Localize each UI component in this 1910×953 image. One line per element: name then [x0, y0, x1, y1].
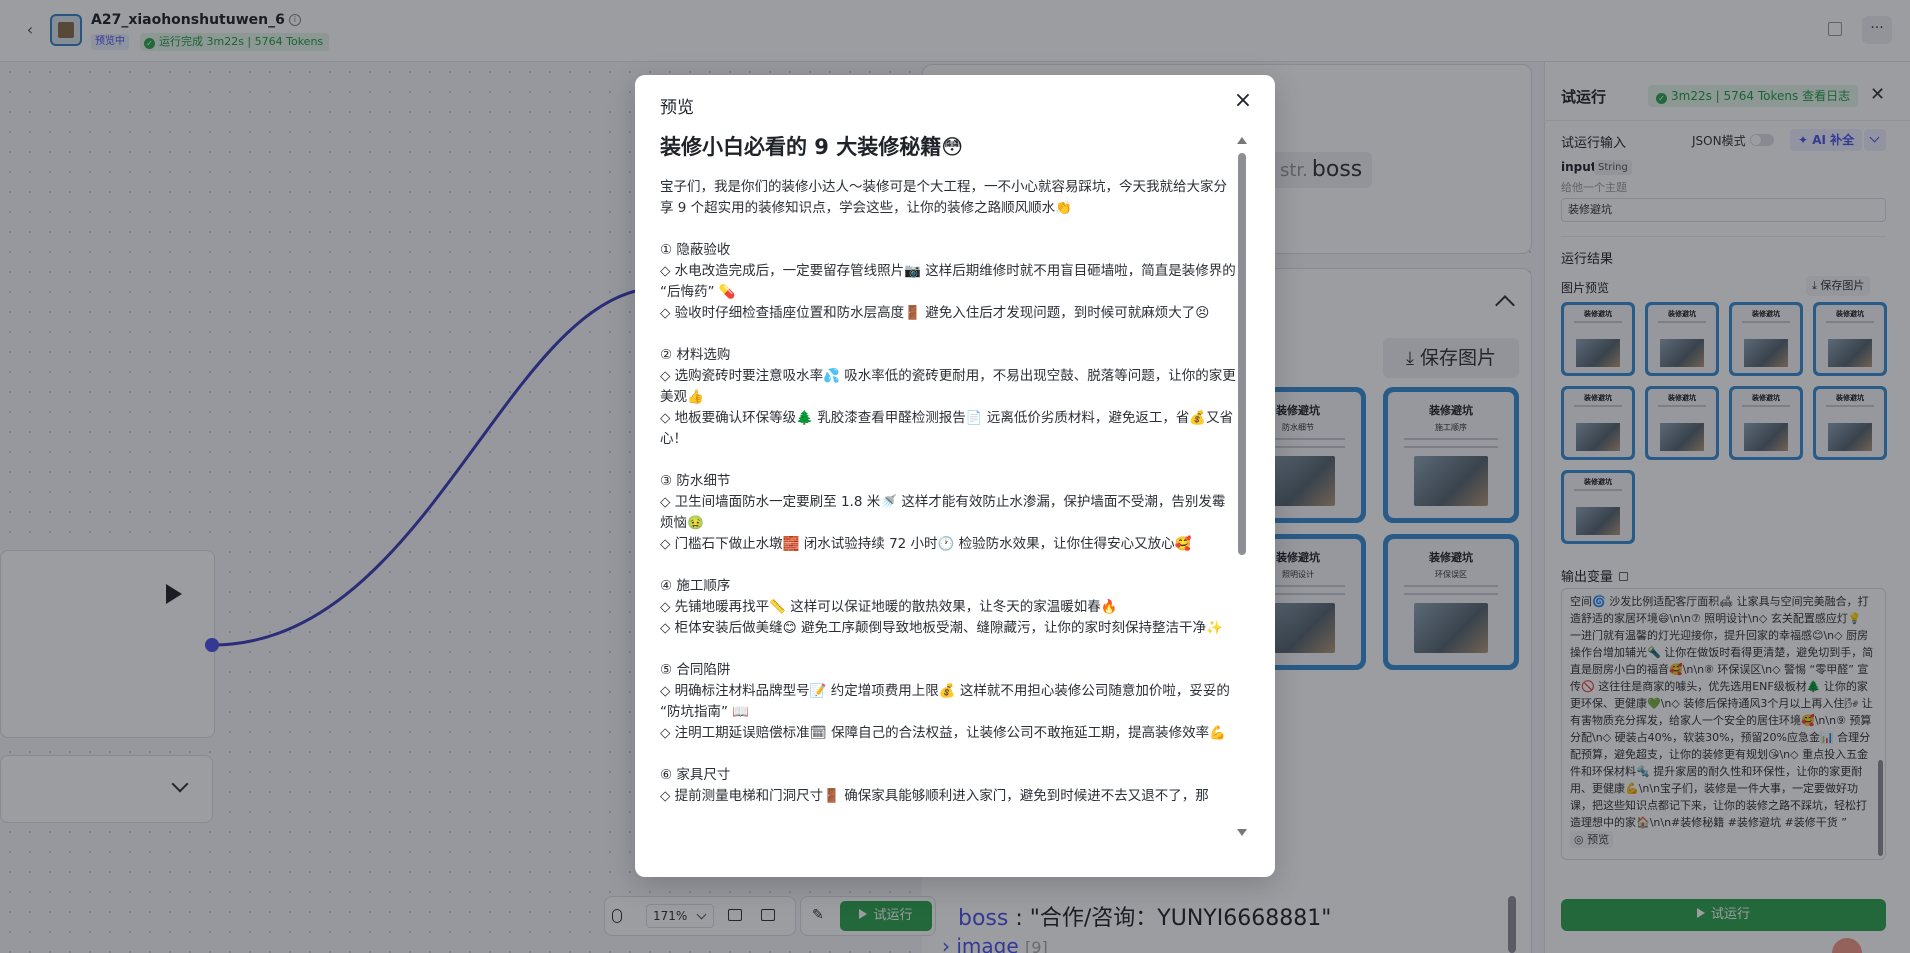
article-paragraph: ② 材料选购 [660, 347, 731, 363]
article-paragraph: ◇ 地板要确认环保等级🌲 乳胶漆查看甲醛检测报告📄 远离低价劣质材料，避免返工，… [660, 410, 1234, 447]
preview-modal: 预览 × 装修小白必看的 9 大装修秘籍😳 宝子们，我是你们的装修小达人～装修可… [635, 75, 1275, 877]
article-paragraph: ③ 防水细节 [660, 473, 731, 489]
close-icon[interactable]: × [1231, 89, 1255, 113]
article-paragraph: ◇ 提前测量电梯和门洞尺寸🚪 确保家具能够顺利进入家门，避免到时候进不去又退不了… [660, 788, 1209, 804]
article-paragraph: ① 隐蔽验收 [660, 242, 731, 258]
modal-title: 预览 [660, 98, 694, 118]
article-paragraph: ◇ 选购瓷砖时要注意吸水率💦 吸水率低的瓷砖更耐用，不易出现空鼓、脱落等问题，让… [660, 368, 1236, 405]
article-paragraph: ◇ 先铺地暖再找平📏 这样可以保证地暖的散热效果，让冬天的家温暖如春🔥 [660, 599, 1118, 615]
article-paragraph: ◇ 注明工期延误赔偿标准🗓 保障自己的合法权益，让装修公司不敢拖延工期，提高装修… [660, 725, 1226, 741]
article-paragraph: ◇ 验收时仔细检查插座位置和防水层高度🚪 避免入住后才发现问题，到时候可就麻烦大… [660, 305, 1210, 321]
article-paragraph: ④ 施工顺序 [660, 578, 731, 594]
article-paragraph: ◇ 水电改造完成后，一定要留存管线照片📷 这样后期维修时就不用盲目砸墙啦，简直是… [660, 263, 1236, 300]
scroll-up-arrow-icon[interactable] [1237, 137, 1247, 144]
article-title: 装修小白必看的 9 大装修秘籍😳 [660, 135, 964, 159]
scroll-down-arrow-icon[interactable] [1237, 829, 1247, 836]
article-paragraph: 宝子们，我是你们的装修小达人～装修可是个大工程，一不小心就容易踩坑，今天我就给大… [660, 179, 1227, 216]
article-paragraph: ◇ 柜体安装后做美缝😊 避免工序颠倒导致地板受潮、缝隙藏污，让你的家时刻保持整洁… [660, 620, 1223, 636]
article-paragraph: ◇ 门槛石下做止水墩🧱 闭水试验持续 72 小时🕐 检验防水效果，让你住得安心又… [660, 536, 1192, 552]
article-body: 宝子们，我是你们的装修小达人～装修可是个大工程，一不小心就容易踩坑，今天我就给大… [660, 177, 1236, 807]
article-paragraph: ⑤ 合同陷阱 [660, 662, 731, 678]
article-paragraph: ⑥ 家具尺寸 [660, 767, 731, 783]
article-paragraph: ◇ 卫生间墙面防水一定要刷至 1.8 米🚿 这样才能有效防止水渗漏，保护墙面不受… [660, 494, 1226, 531]
scrollbar[interactable] [1238, 153, 1246, 555]
article-paragraph: ◇ 明确标注材料品牌型号📝 约定增项费用上限💰 这样就不用担心装修公司随意加价啦… [660, 683, 1230, 720]
modal-content: 装修小白必看的 9 大装修秘籍😳 宝子们，我是你们的装修小达人～装修可是个大工程… [660, 127, 1236, 853]
